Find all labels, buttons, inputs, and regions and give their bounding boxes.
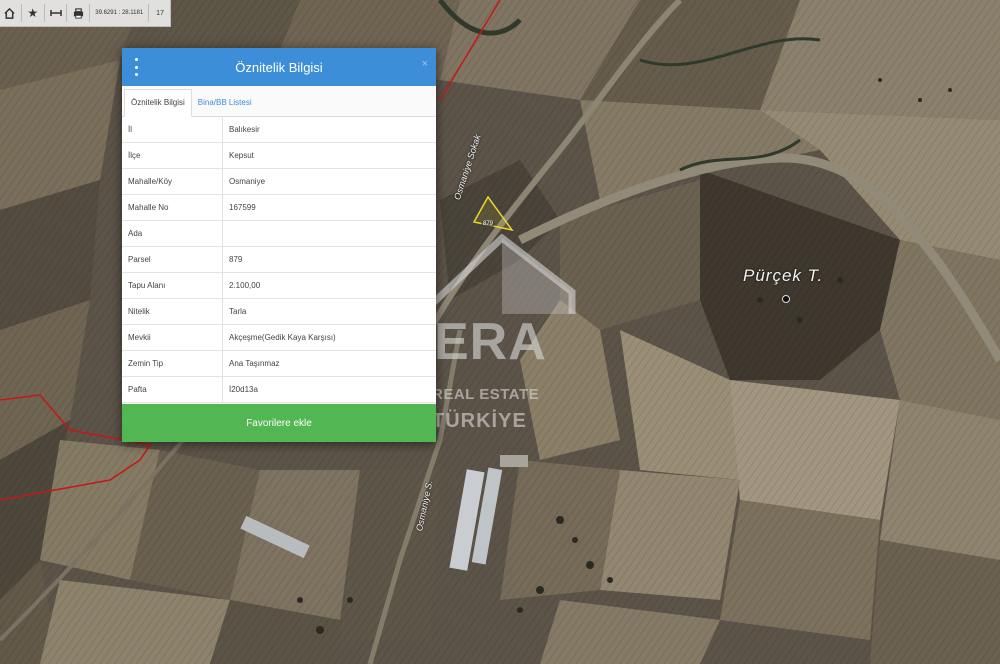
favorites-button[interactable]: ★ <box>23 0 43 26</box>
kebab-dot <box>134 73 138 76</box>
row-value: Ana Taşınmaz <box>222 350 436 377</box>
table-row: Ada <box>122 220 436 247</box>
home-icon <box>4 7 16 19</box>
row-key: Ada <box>122 220 223 247</box>
parcel-number-label[interactable]: 879 <box>481 221 496 227</box>
add-to-favorites-button[interactable]: Favorilere ekle <box>122 404 436 442</box>
panel-menu-button[interactable] <box>132 58 140 76</box>
table-row: Mevkii Akçeşme(Gedik Kaya Karşısı) <box>122 324 436 351</box>
table-row: Parsel 879 <box>122 246 436 273</box>
print-icon <box>73 7 83 19</box>
watermark-line1: REAL ESTATE <box>432 386 540 403</box>
panel-tabs: Öznitelik Bilgisi Bina/BB Listesi <box>122 86 436 117</box>
row-value: 879 <box>222 246 436 273</box>
table-row: İlçe Kepsut <box>122 142 436 169</box>
row-value: 167599 <box>222 194 436 221</box>
print-button[interactable] <box>68 0 88 26</box>
star-icon: ★ <box>27 6 39 20</box>
row-key: Mevkii <box>122 324 223 351</box>
table-row: Tapu Alanı 2.100,00 <box>122 272 436 299</box>
toolbar-divider <box>20 4 22 22</box>
table-row: Mahalle No 167599 <box>122 194 436 221</box>
table-row: Nitelik Tarla <box>122 298 436 325</box>
row-value <box>222 220 436 247</box>
summit-marker <box>782 295 790 303</box>
row-value: İ20d13a <box>222 376 436 403</box>
house-logo-icon <box>429 234 576 314</box>
measure-icon <box>49 10 62 16</box>
zoom-level: 17 <box>156 9 164 17</box>
table-row: Zemin Tip Ana Taşınmaz <box>122 350 436 377</box>
row-key: Tapu Alanı <box>122 272 223 299</box>
row-value: Tarla <box>222 298 436 325</box>
row-value: Balıkesir <box>222 117 436 143</box>
close-icon[interactable]: × <box>422 58 428 70</box>
row-value: Osmaniye <box>222 168 436 195</box>
watermark-brand: ERA <box>434 313 547 371</box>
row-key: Parsel <box>122 246 223 273</box>
attribute-info-panel: Öznitelik Bilgisi × Öznitelik Bilgisi Bi… <box>122 48 436 442</box>
table-row: İl Balıkesir <box>122 117 436 143</box>
row-key: İlçe <box>122 142 223 169</box>
measure-button[interactable] <box>46 0 66 26</box>
row-value: Akçeşme(Gedik Kaya Karşısı) <box>222 324 436 351</box>
hill-label: Pürçek T. <box>743 266 824 285</box>
home-button[interactable] <box>0 0 20 26</box>
toolbar-divider <box>66 4 68 22</box>
row-key: Zemin Tip <box>122 350 223 377</box>
row-value: 2.100,00 <box>222 272 436 299</box>
panel-header: Öznitelik Bilgisi × <box>122 48 436 86</box>
toolbar-divider <box>148 4 150 22</box>
row-key: İl <box>122 117 223 143</box>
tab-building-list[interactable]: Bina/BB Listesi <box>192 90 258 116</box>
coordinate-readout: 39.6291 : 28.1181 <box>95 10 144 16</box>
watermark-line2: TÜRKİYE <box>432 410 527 432</box>
toolbar-divider <box>43 4 45 22</box>
row-value: Kepsut <box>222 142 436 169</box>
era-watermark: ERA REAL ESTATE TÜRKİYE <box>428 234 578 444</box>
row-key: Mahalle No <box>122 194 223 221</box>
map-toolbar: ★ 39.6291 : 28.1181 17 <box>0 0 171 27</box>
row-key: Nitelik <box>122 298 223 325</box>
attribute-table: İl Balıkesir İlçe Kepsut Mahalle/Köy Osmani… <box>122 117 436 403</box>
kebab-dot <box>134 65 138 69</box>
row-key: Mahalle/Köy <box>122 168 223 195</box>
panel-title: Öznitelik Bilgisi <box>235 59 323 75</box>
table-row: Mahalle/Köy Osmaniye <box>122 168 436 195</box>
toolbar-divider <box>89 4 91 22</box>
kebab-menu-icon <box>134 58 138 61</box>
row-key: Pafta <box>122 376 223 403</box>
tab-attribute-info[interactable]: Öznitelik Bilgisi <box>124 89 192 117</box>
table-row: Pafta İ20d13a <box>122 376 436 403</box>
